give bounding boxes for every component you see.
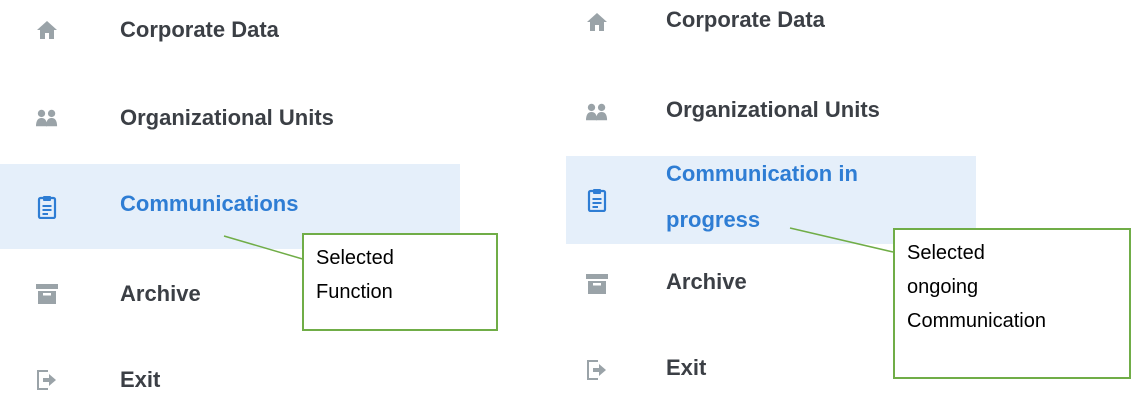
menu-item-label: Organizational Units [666, 97, 880, 122]
menu-item-label: Exit [120, 367, 161, 392]
callout-line: Communication [907, 310, 1046, 332]
menu-item-exit[interactable]: Exit [0, 358, 460, 402]
exit-icon [36, 369, 58, 391]
callout-line: Selected [907, 242, 985, 264]
menu-item-label: Exit [666, 355, 707, 380]
callout-selected-ongoing-communication: Selected ongoing Communication [893, 228, 1131, 379]
menu-item-label: Organizational Units [120, 105, 334, 130]
menu-item-label: Communications [120, 191, 299, 216]
callout-line: Function [316, 281, 393, 303]
home-icon [36, 19, 58, 41]
exit-icon [586, 359, 608, 381]
users-icon [36, 107, 58, 129]
menu-item-organizational-units[interactable]: Organizational Units [566, 90, 976, 134]
menu-item-corporate-data[interactable]: Corporate Data [566, 0, 976, 44]
menu-item-label-line1: Communication in [666, 161, 858, 186]
menu-item-label: Archive [120, 281, 201, 306]
menu-item-label: Archive [666, 269, 747, 294]
archive-icon [36, 283, 58, 305]
menu-item-label-line2: progress [666, 207, 761, 232]
menu-item-label: Corporate Data [120, 17, 279, 42]
home-icon [586, 11, 608, 33]
menu-item-label: Corporate Data [666, 7, 825, 32]
callout-line: Selected [316, 247, 394, 269]
users-icon [586, 101, 608, 123]
callout-line: ongoing [907, 276, 979, 298]
menu-item-organizational-units[interactable]: Organizational Units [0, 96, 460, 140]
menu-item-corporate-data[interactable]: Corporate Data [0, 8, 460, 52]
archive-icon [586, 273, 608, 295]
clipboard-icon [36, 196, 58, 219]
clipboard-icon [586, 189, 608, 212]
callout-selected-function: Selected Function [302, 233, 498, 331]
